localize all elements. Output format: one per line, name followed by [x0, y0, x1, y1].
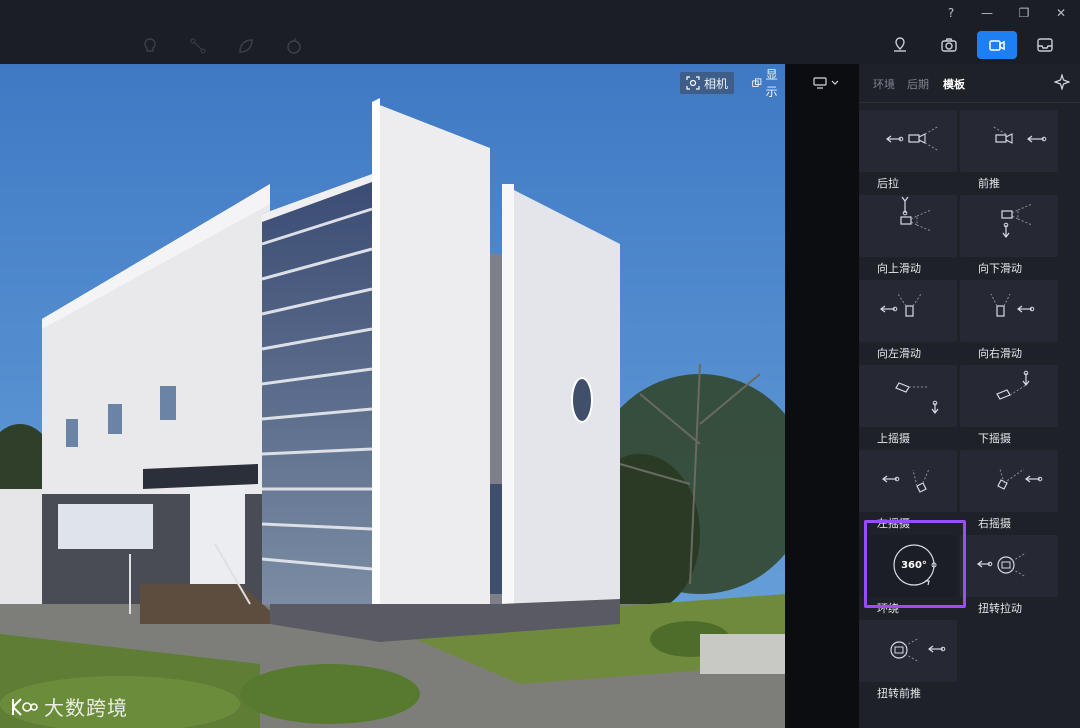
- twist-pull-icon: [977, 552, 1027, 578]
- template-label: 后拉: [877, 177, 899, 190]
- leaf-icon[interactable]: [236, 36, 256, 56]
- template-label: 向下滑动: [978, 262, 1022, 275]
- view-preset-icon: [813, 77, 827, 89]
- sparkle-icon[interactable]: [1054, 74, 1070, 90]
- camera-toggle-label: 相机: [704, 76, 729, 91]
- chevron-down-icon: [831, 80, 839, 85]
- title-bar: ? — ❐ ✕: [0, 0, 1080, 64]
- minimize-icon[interactable]: —: [976, 4, 998, 22]
- template-label: 前推: [978, 177, 1000, 190]
- camera-focus-icon: [686, 76, 700, 90]
- photo-mode-button[interactable]: [929, 31, 969, 59]
- path-icon[interactable]: [188, 36, 208, 56]
- watermark-text: 大数跨境: [44, 696, 128, 720]
- template-label: 向右滑动: [978, 347, 1022, 360]
- twist-push-icon: [890, 637, 946, 663]
- video-mode-button[interactable]: [977, 31, 1017, 59]
- tab-post[interactable]: 后期: [907, 76, 929, 92]
- house-render-image: [0, 64, 785, 728]
- display-toggle-label: 显示: [765, 68, 778, 99]
- template-label: 向上滑动: [877, 262, 921, 275]
- inbox-mode-button[interactable]: [1025, 31, 1065, 59]
- template-tile[interactable]: 扭转前推: [859, 620, 957, 702]
- map-pin-icon: [894, 37, 906, 52]
- template-tile[interactable]: 向下滑动: [960, 195, 1058, 277]
- watermark-logo-icon: [12, 697, 38, 716]
- pan-left-icon: [882, 468, 930, 493]
- template-tile[interactable]: 向上滑动: [859, 195, 957, 277]
- pan-right-icon: [997, 468, 1043, 490]
- template-label: 下摇摄: [978, 432, 1011, 445]
- tilt-up-icon: [895, 382, 939, 414]
- panel-tabs: 环境 后期 模板: [859, 64, 1080, 103]
- view-preset-dropdown[interactable]: [812, 74, 848, 92]
- template-tile[interactable]: 向右滑动: [960, 280, 1058, 362]
- template-label: 扭转拉动: [978, 602, 1022, 615]
- camera-icon: [941, 38, 957, 52]
- watermark: 大数跨境: [10, 692, 128, 721]
- template-panel: 环境 后期 模板 后拉 前推 向上滑动 向下滑动 向左滑动 向右滑动 上摇摄 下摇摄 左摇摄 右摇…: [859, 64, 1080, 728]
- inbox-icon: [1037, 38, 1053, 52]
- template-tile[interactable]: 后拉: [859, 110, 957, 192]
- template-tile[interactable]: 扭转拉动: [960, 535, 1058, 617]
- slide-right-icon: [990, 293, 1035, 317]
- apple-icon[interactable]: [284, 36, 304, 56]
- template-tile[interactable]: 前推: [960, 110, 1058, 192]
- template-label: 右摇摄: [978, 517, 1011, 530]
- template-tile[interactable]: 上摇摄: [859, 365, 957, 447]
- pull-back-icon: [886, 125, 940, 152]
- tab-environment[interactable]: 环境: [873, 76, 895, 92]
- template-label: 上摇摄: [877, 432, 910, 445]
- selected-template-outline: [864, 520, 966, 608]
- close-icon[interactable]: ✕: [1050, 4, 1072, 22]
- restore-icon[interactable]: ❐: [1013, 4, 1035, 22]
- tilt-down-icon: [996, 370, 1030, 400]
- video-camera-icon: [989, 40, 1005, 51]
- template-label: 向左滑动: [877, 347, 921, 360]
- camera-toggle-button[interactable]: 相机: [680, 72, 735, 94]
- slide-left-icon: [880, 293, 922, 317]
- display-layers-icon: [752, 78, 762, 87]
- template-tile[interactable]: 向左滑动: [859, 280, 957, 362]
- location-mode-button[interactable]: [880, 31, 920, 59]
- template-tile[interactable]: 右摇摄: [960, 450, 1058, 532]
- template-tile[interactable]: 下摇摄: [960, 365, 1058, 447]
- template-label: 扭转前推: [877, 687, 921, 700]
- display-toggle-button[interactable]: 显示: [746, 68, 785, 99]
- help-icon[interactable]: ?: [940, 4, 962, 22]
- render-viewport[interactable]: 相机 显示 大数跨境: [0, 64, 785, 728]
- slide-up-icon: [900, 196, 932, 232]
- slide-down-icon: [1001, 203, 1033, 238]
- tab-templates[interactable]: 模板: [943, 76, 965, 92]
- bulb-icon[interactable]: [140, 36, 160, 56]
- push-forward-icon: [991, 125, 1047, 144]
- viewport-margin: [785, 64, 859, 728]
